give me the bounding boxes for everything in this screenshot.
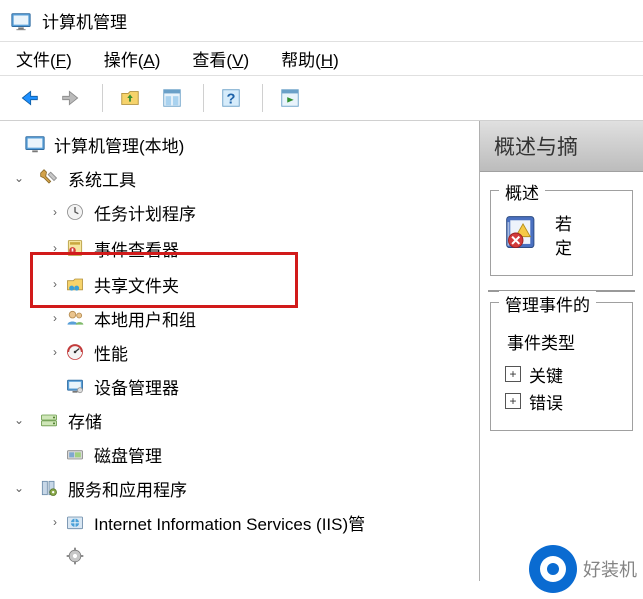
menu-file[interactable]: 文件(F) xyxy=(16,46,72,71)
tree-panel: 计算机管理(本地) ⌄ 系统工具 › xyxy=(0,121,480,581)
expander-closed-icon[interactable]: › xyxy=(46,345,64,359)
expander-closed-icon[interactable]: › xyxy=(46,205,64,219)
help-button[interactable]: ? xyxy=(212,82,250,114)
tree-local-users-groups[interactable]: › 本地用户和组 xyxy=(4,301,475,335)
overview-book-icon xyxy=(503,213,543,253)
body: 计算机管理(本地) ⌄ 系统工具 › xyxy=(0,121,643,581)
tree-label: Internet Information Services (IIS)管 xyxy=(94,510,365,535)
toolbar-separator xyxy=(102,84,103,112)
services-icon xyxy=(38,477,60,499)
menu-help[interactable]: 帮助(H) xyxy=(281,46,339,71)
event-type-item[interactable]: + 错误 xyxy=(505,389,620,414)
watermark-text: 好装机 xyxy=(583,556,637,582)
forward-button[interactable] xyxy=(52,82,90,114)
tree-label: 性能 xyxy=(94,340,128,365)
tree-item-cut[interactable] xyxy=(4,539,475,573)
admin-events-group: 管理事件的 事件类型 + 关键 + 错误 xyxy=(490,302,633,431)
iis-icon xyxy=(64,511,86,533)
tree-storage[interactable]: ⌄ 存储 xyxy=(4,403,475,437)
window-title: 计算机管理 xyxy=(42,8,127,33)
tree-device-manager[interactable]: 设备管理器 xyxy=(4,369,475,403)
tree-task-scheduler[interactable]: › 任务计划程序 xyxy=(4,195,475,229)
disk-management-icon xyxy=(64,443,86,465)
tree-label: 磁盘管理 xyxy=(94,442,162,467)
toolbar-separator xyxy=(203,84,204,112)
tree-system-tools[interactable]: ⌄ 系统工具 xyxy=(4,161,475,195)
tree-label: 计算机管理(本地) xyxy=(54,132,184,157)
toolbar-separator xyxy=(262,84,263,112)
event-type-block: 事件类型 + 关键 + 错误 xyxy=(501,319,622,418)
action-pane-button[interactable] xyxy=(271,82,309,114)
tree-iis[interactable]: › Internet Information Services (IIS)管 xyxy=(4,505,475,539)
event-type-label: 错误 xyxy=(529,389,563,414)
storage-icon xyxy=(38,409,60,431)
back-button[interactable] xyxy=(10,82,48,114)
computer-management-icon xyxy=(24,133,46,155)
gear-icon xyxy=(64,545,86,567)
svg-text:?: ? xyxy=(227,92,236,108)
properties-button[interactable] xyxy=(153,82,191,114)
right-panel-header: 概述与摘 xyxy=(480,121,643,172)
overview-line: 若 xyxy=(555,213,572,237)
tree-event-viewer[interactable]: › 事件查看器 xyxy=(4,229,475,267)
expander-open-icon[interactable]: ⌄ xyxy=(10,171,28,185)
event-type-item[interactable]: + 关键 xyxy=(505,362,620,387)
shared-folder-icon xyxy=(64,273,86,295)
menubar: 文件(F) 操作(A) 查看(V) 帮助(H) xyxy=(0,42,643,76)
right-panel-content: 概述 xyxy=(480,172,643,453)
event-viewer-icon xyxy=(64,237,86,259)
tree-label: 任务计划程序 xyxy=(94,200,196,225)
watermark-logo-icon xyxy=(529,545,577,593)
up-level-button[interactable] xyxy=(111,82,149,114)
expander-closed-icon[interactable]: › xyxy=(46,241,64,255)
tree-shared-folders[interactable]: › 共享文件夹 xyxy=(4,267,475,301)
right-panel: 概述与摘 概述 xyxy=(480,121,643,581)
overview-group: 概述 xyxy=(490,190,633,276)
tree-label: 共享文件夹 xyxy=(94,272,179,297)
clock-icon xyxy=(64,201,86,223)
expand-plus-icon[interactable]: + xyxy=(505,393,521,409)
tree-disk-management[interactable]: 磁盘管理 xyxy=(4,437,475,471)
app-icon xyxy=(10,10,32,32)
admin-events-group-title: 管理事件的 xyxy=(499,291,596,316)
menu-view[interactable]: 查看(V) xyxy=(192,46,249,71)
tree-label: 服务和应用程序 xyxy=(68,476,187,501)
performance-icon xyxy=(64,341,86,363)
menu-action[interactable]: 操作(A) xyxy=(104,46,161,71)
tree-label: 事件查看器 xyxy=(94,236,179,261)
expander-closed-icon[interactable]: › xyxy=(46,515,64,529)
expander-closed-icon[interactable]: › xyxy=(46,311,64,325)
device-manager-icon xyxy=(64,375,86,397)
tree-performance[interactable]: › 性能 xyxy=(4,335,475,369)
titlebar: 计算机管理 xyxy=(0,0,643,42)
tree-label: 存储 xyxy=(68,408,102,433)
expand-plus-icon[interactable]: + xyxy=(505,366,521,382)
event-type-header: 事件类型 xyxy=(507,329,620,354)
tree-services-applications[interactable]: ⌄ 服务和应用程序 xyxy=(4,471,475,505)
overview-line: 定 xyxy=(555,237,572,261)
expander-closed-icon[interactable]: › xyxy=(46,277,64,291)
expander-open-icon[interactable]: ⌄ xyxy=(10,413,28,427)
watermark: 好装机 xyxy=(529,545,637,593)
tree-label: 系统工具 xyxy=(68,166,136,191)
event-type-label: 关键 xyxy=(529,362,563,387)
tree-label: 设备管理器 xyxy=(94,374,179,399)
app-window: 计算机管理 文件(F) 操作(A) 查看(V) 帮助(H) xyxy=(0,0,643,599)
expander-open-icon[interactable]: ⌄ xyxy=(10,481,28,495)
tree-root-computer-management[interactable]: 计算机管理(本地) xyxy=(4,127,475,161)
overview-text: 若 定 xyxy=(555,213,572,261)
users-icon xyxy=(64,307,86,329)
toolbar: ? xyxy=(0,76,643,121)
overview-group-title: 概述 xyxy=(499,179,545,204)
tree-label: 本地用户和组 xyxy=(94,306,196,331)
tools-icon xyxy=(38,167,60,189)
